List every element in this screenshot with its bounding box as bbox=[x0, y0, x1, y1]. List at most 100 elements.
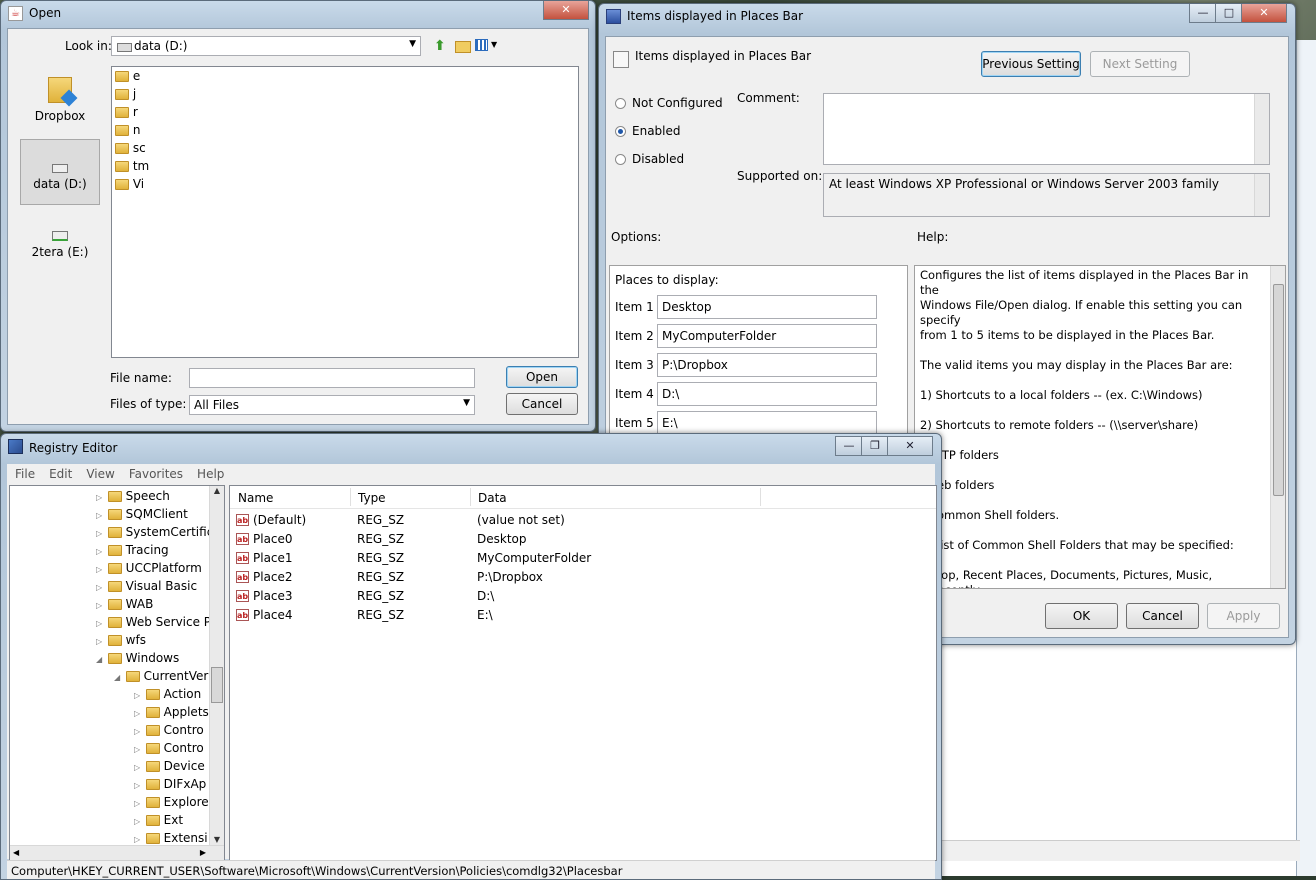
policy-close-button[interactable]: ✕ bbox=[1241, 4, 1287, 23]
file-list-item[interactable]: r bbox=[115, 105, 138, 123]
tree-node[interactable]: ▷ Ext bbox=[134, 813, 183, 831]
help-scroll-thumb[interactable] bbox=[1273, 284, 1284, 496]
view-menu-icon[interactable] bbox=[475, 39, 488, 51]
option-item-input-3[interactable]: P:\Dropbox bbox=[657, 353, 877, 377]
open-dialog-titlebar[interactable]: ☕ Open ✕ bbox=[1, 1, 595, 27]
tree-node[interactable]: ▷ Device bbox=[134, 759, 205, 777]
tree-down-arrow[interactable]: ▼ bbox=[210, 835, 224, 844]
radio-enabled[interactable] bbox=[615, 126, 626, 137]
tree-scroll-thumb[interactable] bbox=[211, 667, 223, 703]
open-button[interactable]: Open bbox=[506, 366, 578, 388]
expand-right-icon[interactable]: ▷ bbox=[134, 817, 142, 826]
option-item-input-5[interactable]: E:\ bbox=[657, 411, 877, 435]
minimize-button[interactable]: — bbox=[1189, 4, 1217, 23]
next-setting-button[interactable]: Next Setting bbox=[1090, 51, 1190, 77]
apply-button[interactable]: Apply bbox=[1207, 603, 1280, 629]
tree-node[interactable]: ▷ wfs bbox=[96, 633, 146, 651]
radio-enabled-label[interactable]: Enabled bbox=[632, 124, 681, 138]
radio-not-configured-label[interactable]: Not Configured bbox=[632, 96, 723, 110]
tree-scrollbar[interactable]: ▲ ▼ bbox=[209, 486, 224, 846]
column-divider[interactable] bbox=[470, 488, 471, 506]
tree-node[interactable]: ▷ Applets bbox=[134, 705, 209, 723]
registry-values-list[interactable]: Name Type Data ab (Default) REG_SZ (value n… bbox=[229, 485, 937, 861]
registry-tree[interactable]: ▷ Speech ▷ SQMClient ▷ SystemCertific ▷ Tra… bbox=[9, 485, 225, 861]
menu-file[interactable]: File bbox=[15, 467, 35, 481]
supported-scrollbar[interactable] bbox=[1254, 174, 1269, 216]
tree-node[interactable]: ▷ Visual Basic bbox=[96, 579, 197, 597]
place-dropbox[interactable]: Dropbox bbox=[20, 71, 100, 131]
menu-view[interactable]: View bbox=[86, 467, 114, 481]
registry-value-row[interactable]: ab (Default) REG_SZ (value not set) bbox=[230, 512, 930, 530]
expand-down-icon[interactable]: ◢ bbox=[96, 655, 104, 664]
expand-right-icon[interactable]: ▷ bbox=[134, 763, 142, 772]
expand-right-icon[interactable]: ▷ bbox=[134, 691, 142, 700]
policy-cancel-button[interactable]: Cancel bbox=[1126, 603, 1199, 629]
option-item-input-1[interactable]: Desktop bbox=[657, 295, 877, 319]
open-dialog-close-button[interactable]: ✕ bbox=[543, 1, 589, 20]
expand-right-icon[interactable]: ▷ bbox=[96, 637, 104, 646]
expand-right-icon[interactable]: ▷ bbox=[96, 547, 104, 556]
file-list-item[interactable]: tm bbox=[115, 159, 149, 177]
tree-node[interactable]: ◢ Windows bbox=[96, 651, 179, 669]
file-list-item[interactable]: n bbox=[115, 123, 140, 141]
menu-edit[interactable]: Edit bbox=[49, 467, 72, 481]
expand-right-icon[interactable]: ▷ bbox=[134, 745, 142, 754]
tree-node[interactable]: ▷ Contro bbox=[134, 723, 204, 741]
radio-disabled[interactable] bbox=[615, 154, 626, 165]
tree-node[interactable]: ▷ DIFxAp bbox=[134, 777, 206, 795]
comment-scrollbar[interactable] bbox=[1254, 94, 1269, 164]
policy-dialog-titlebar[interactable]: Items displayed in Places Bar — □ ✕ bbox=[599, 4, 1295, 30]
expand-right-icon[interactable]: ▷ bbox=[134, 799, 142, 808]
expand-down-icon[interactable]: ◢ bbox=[114, 673, 122, 682]
expand-right-icon[interactable]: ▷ bbox=[96, 565, 104, 574]
view-chevron-icon[interactable]: ▼ bbox=[491, 40, 497, 49]
registry-value-row[interactable]: ab Place1 REG_SZ MyComputerFolder bbox=[230, 550, 930, 568]
tree-node[interactable]: ▷ UCCPlatform bbox=[96, 561, 202, 579]
file-list-item[interactable]: e bbox=[115, 69, 140, 87]
tree-node[interactable]: ▷ Web Service Pr bbox=[96, 615, 216, 633]
radio-not-configured[interactable] bbox=[615, 98, 626, 109]
file-name-input[interactable] bbox=[189, 368, 475, 388]
column-type[interactable]: Type bbox=[358, 491, 386, 505]
file-list-item[interactable]: sc bbox=[115, 141, 146, 159]
tree-up-arrow[interactable]: ▲ bbox=[210, 486, 224, 495]
expand-right-icon[interactable]: ▷ bbox=[96, 583, 104, 592]
registry-value-row[interactable]: ab Place2 REG_SZ P:\Dropbox bbox=[230, 569, 930, 587]
place-data-d[interactable]: data (D:) bbox=[20, 139, 100, 205]
ok-button[interactable]: OK bbox=[1045, 603, 1118, 629]
registry-minimize-button[interactable]: — bbox=[835, 436, 863, 456]
file-list-item[interactable]: j bbox=[115, 87, 136, 105]
registry-close-button[interactable]: ✕ bbox=[887, 436, 933, 456]
look-in-combo[interactable]: data (D:) ▼ bbox=[111, 36, 421, 56]
column-name[interactable]: Name bbox=[238, 491, 273, 505]
tree-node[interactable]: ▷ Tracing bbox=[96, 543, 169, 561]
tree-node[interactable]: ▷ Action bbox=[134, 687, 201, 705]
column-divider[interactable] bbox=[760, 488, 761, 506]
registry-value-row[interactable]: ab Place4 REG_SZ E:\ bbox=[230, 607, 930, 625]
registry-titlebar[interactable]: Registry Editor — ❐ ✕ bbox=[1, 434, 941, 460]
column-divider[interactable] bbox=[350, 488, 351, 506]
place-2tera-e[interactable]: 2tera (E:) bbox=[20, 213, 100, 273]
column-data[interactable]: Data bbox=[478, 491, 507, 505]
option-item-input-4[interactable]: D:\ bbox=[657, 382, 877, 406]
up-folder-icon[interactable]: ⬆ bbox=[434, 38, 446, 54]
tree-node[interactable]: ▷ Contro bbox=[134, 741, 204, 759]
tree-node[interactable]: ▷ Explore bbox=[134, 795, 209, 813]
registry-maximize-button[interactable]: ❐ bbox=[861, 436, 889, 456]
files-of-type-select[interactable]: All Files ▼ bbox=[189, 395, 475, 415]
file-list-item[interactable]: Vi bbox=[115, 177, 144, 195]
expand-right-icon[interactable]: ▷ bbox=[96, 619, 104, 628]
expand-right-icon[interactable]: ▷ bbox=[134, 709, 142, 718]
cancel-button[interactable]: Cancel bbox=[506, 393, 578, 415]
maximize-button[interactable]: □ bbox=[1215, 4, 1243, 23]
new-folder-icon[interactable] bbox=[455, 41, 471, 53]
file-list[interactable]: e j r n sc tm Vi bbox=[111, 66, 579, 358]
comment-textarea[interactable] bbox=[823, 93, 1270, 165]
registry-value-row[interactable]: ab Place3 REG_SZ D:\ bbox=[230, 588, 930, 606]
menu-favorites[interactable]: Favorites bbox=[129, 467, 183, 481]
previous-setting-button[interactable]: Previous Setting bbox=[981, 51, 1081, 77]
tree-node[interactable]: ▷ Speech bbox=[96, 489, 170, 507]
expand-right-icon[interactable]: ▷ bbox=[96, 601, 104, 610]
expand-right-icon[interactable]: ▷ bbox=[96, 493, 104, 502]
tree-node[interactable]: ▷ WAB bbox=[96, 597, 153, 615]
